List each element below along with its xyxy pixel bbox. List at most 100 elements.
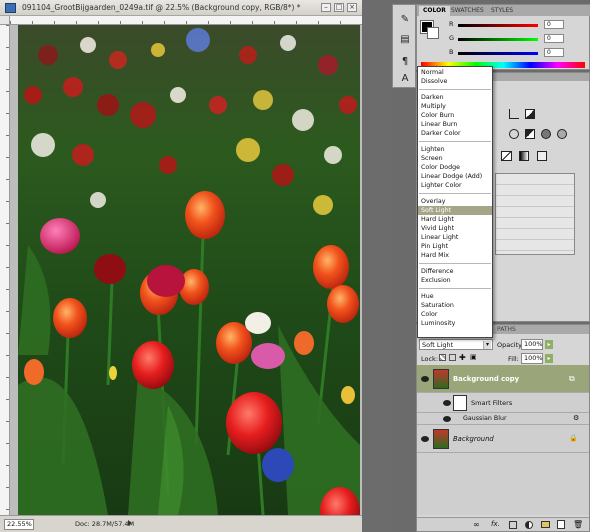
photoshop-doc-icon <box>5 3 16 13</box>
blend-mode-option[interactable]: Vivid Light <box>418 224 492 233</box>
lock-image-icon[interactable] <box>449 354 456 361</box>
blend-mode-option[interactable]: Hard Light <box>418 215 492 224</box>
close-icon[interactable]: × <box>347 3 357 12</box>
blend-mode-option[interactable]: Dissolve <box>418 77 492 86</box>
status-bar: 22.55% Doc: 28.7M/57.4M <box>0 515 362 532</box>
photo-filter-icon[interactable] <box>541 129 551 139</box>
red-slider-track[interactable] <box>458 24 538 27</box>
filter-options-icon[interactable]: ⚙ <box>573 414 579 422</box>
blend-mode-option[interactable]: Darker Color <box>418 129 492 138</box>
tab-styles[interactable]: STYLES <box>487 6 517 16</box>
document-titlebar[interactable]: 091104_GrootBijgaarden_0249a.tif @ 22.5%… <box>0 0 362 16</box>
history-icon[interactable]: ✎ <box>397 13 413 27</box>
blend-mode-option[interactable]: Hue <box>418 292 492 301</box>
green-value[interactable]: 0 <box>544 34 564 43</box>
blend-mode-option[interactable]: Soft Light <box>418 206 492 215</box>
blend-mode-option[interactable]: Linear Dodge (Add) <box>418 172 492 181</box>
blend-mode-option[interactable]: Difference <box>418 267 492 276</box>
vertical-ruler[interactable] <box>0 25 10 515</box>
layers-list: Background copy ⧉ Smart Filters Gaussian… <box>417 365 589 515</box>
delete-layer-icon[interactable]: 🗑 <box>573 520 583 529</box>
blend-mode-option[interactable]: Color Burn <box>418 111 492 120</box>
blend-mode-option[interactable]: Darken <box>418 93 492 102</box>
curves-icon[interactable] <box>509 109 519 119</box>
threshold-icon[interactable] <box>501 151 512 161</box>
add-mask-icon[interactable] <box>509 521 517 529</box>
tab-paths[interactable]: PATHS <box>497 326 516 333</box>
channel-mixer-icon[interactable] <box>557 129 567 139</box>
blend-mode-option[interactable]: Linear Light <box>418 233 492 242</box>
blend-mode-option[interactable]: Overlay <box>418 197 492 206</box>
green-label: G <box>449 34 455 42</box>
menu-separator <box>419 89 491 90</box>
blend-mode-option[interactable]: Lighten <box>418 145 492 154</box>
paragraph-icon[interactable]: ¶ <box>397 55 413 69</box>
opacity-slider-arrow-icon[interactable]: ▸ <box>545 340 553 349</box>
blend-mode-menu: Normal Dissolve Darken Multiply Color Burn Li… <box>417 66 493 338</box>
layer-row-smart-filters[interactable]: Smart Filters <box>417 393 589 413</box>
green-slider-track[interactable] <box>458 38 538 41</box>
blend-mode-option[interactable]: Lighter Color <box>418 181 492 190</box>
minimize-icon[interactable]: – <box>321 3 331 12</box>
blend-mode-option[interactable]: Linear Burn <box>418 120 492 129</box>
layer-thumbnail <box>433 369 449 389</box>
layer-style-icon[interactable]: fx. <box>491 520 500 528</box>
link-layers-icon[interactable]: ∞ <box>473 520 480 529</box>
layer-row-background[interactable]: Background 🔒 <box>417 425 589 453</box>
blue-slider[interactable]: B 0 <box>449 48 587 58</box>
blend-mode-select[interactable]: Soft Light ▾ <box>419 339 493 350</box>
fill-slider-arrow-icon[interactable]: ▸ <box>545 354 553 363</box>
layer-row-background-copy[interactable]: Background copy ⧉ <box>417 365 589 393</box>
blend-mode-option[interactable]: Screen <box>418 154 492 163</box>
zoom-level-field[interactable]: 22.55% <box>4 519 34 530</box>
maximize-icon[interactable]: □ <box>334 3 344 12</box>
exposure-icon[interactable] <box>525 109 535 119</box>
layer-name: Gaussian Blur <box>463 415 507 422</box>
blend-mode-option[interactable]: Normal <box>418 68 492 77</box>
workspace-background <box>362 0 392 532</box>
layers-panel: PATHS Soft Light ▾ Opacity: 100% ▸ Lock:… <box>416 324 590 532</box>
tab-color[interactable]: COLOR <box>419 6 450 16</box>
background-color-swatch[interactable] <box>427 27 439 39</box>
black-white-icon[interactable] <box>525 129 535 139</box>
blend-mode-option[interactable]: Saturation <box>418 301 492 310</box>
status-menu-arrow-icon[interactable] <box>128 520 132 526</box>
horizontal-ruler[interactable] <box>10 16 362 25</box>
blend-mode-option[interactable]: Exclusion <box>418 276 492 285</box>
new-group-icon[interactable] <box>541 521 550 528</box>
visibility-eye-icon[interactable] <box>421 376 429 382</box>
blue-label: B <box>449 48 454 56</box>
visibility-eye-icon[interactable] <box>443 400 451 406</box>
visibility-eye-icon[interactable] <box>443 416 451 422</box>
lock-all-icon[interactable]: ▣ <box>470 353 477 361</box>
red-slider[interactable]: R 0 <box>449 20 587 30</box>
red-value[interactable]: 0 <box>544 20 564 29</box>
actions-icon[interactable]: ▤ <box>397 33 413 47</box>
new-layer-icon[interactable] <box>557 520 565 529</box>
adjustment-layer-icon[interactable] <box>525 521 533 529</box>
visibility-eye-icon[interactable] <box>421 436 429 442</box>
blue-value[interactable]: 0 <box>544 48 564 57</box>
opacity-field[interactable]: 100% <box>521 339 543 350</box>
fill-field[interactable]: 100% <box>521 353 543 364</box>
blend-mode-option[interactable]: Color Dodge <box>418 163 492 172</box>
blend-mode-option[interactable]: Hard Mix <box>418 251 492 260</box>
levels-icon[interactable] <box>509 129 519 139</box>
blend-mode-value: Soft Light <box>422 341 454 349</box>
layer-row-gaussian-blur[interactable]: Gaussian Blur ⚙ <box>417 413 589 425</box>
blend-mode-option[interactable]: Luminosity <box>418 319 492 328</box>
tab-swatches[interactable]: SWATCHES <box>447 6 488 16</box>
gradient-map-icon[interactable] <box>519 151 529 161</box>
selective-color-icon[interactable] <box>537 151 547 161</box>
blend-mode-option[interactable]: Pin Light <box>418 242 492 251</box>
lock-position-icon[interactable]: ✚ <box>459 353 466 362</box>
blue-slider-track[interactable] <box>458 52 538 55</box>
green-slider[interactable]: G 0 <box>449 34 587 44</box>
panel-icon-strip: ✎ ▤ ¶ A <box>392 4 416 88</box>
lock-transparency-icon[interactable] <box>439 354 446 361</box>
blend-mode-option[interactable]: Color <box>418 310 492 319</box>
canvas-area[interactable] <box>10 25 362 515</box>
menu-separator <box>419 193 491 194</box>
character-icon[interactable]: A <box>397 72 413 86</box>
blend-mode-option[interactable]: Multiply <box>418 102 492 111</box>
